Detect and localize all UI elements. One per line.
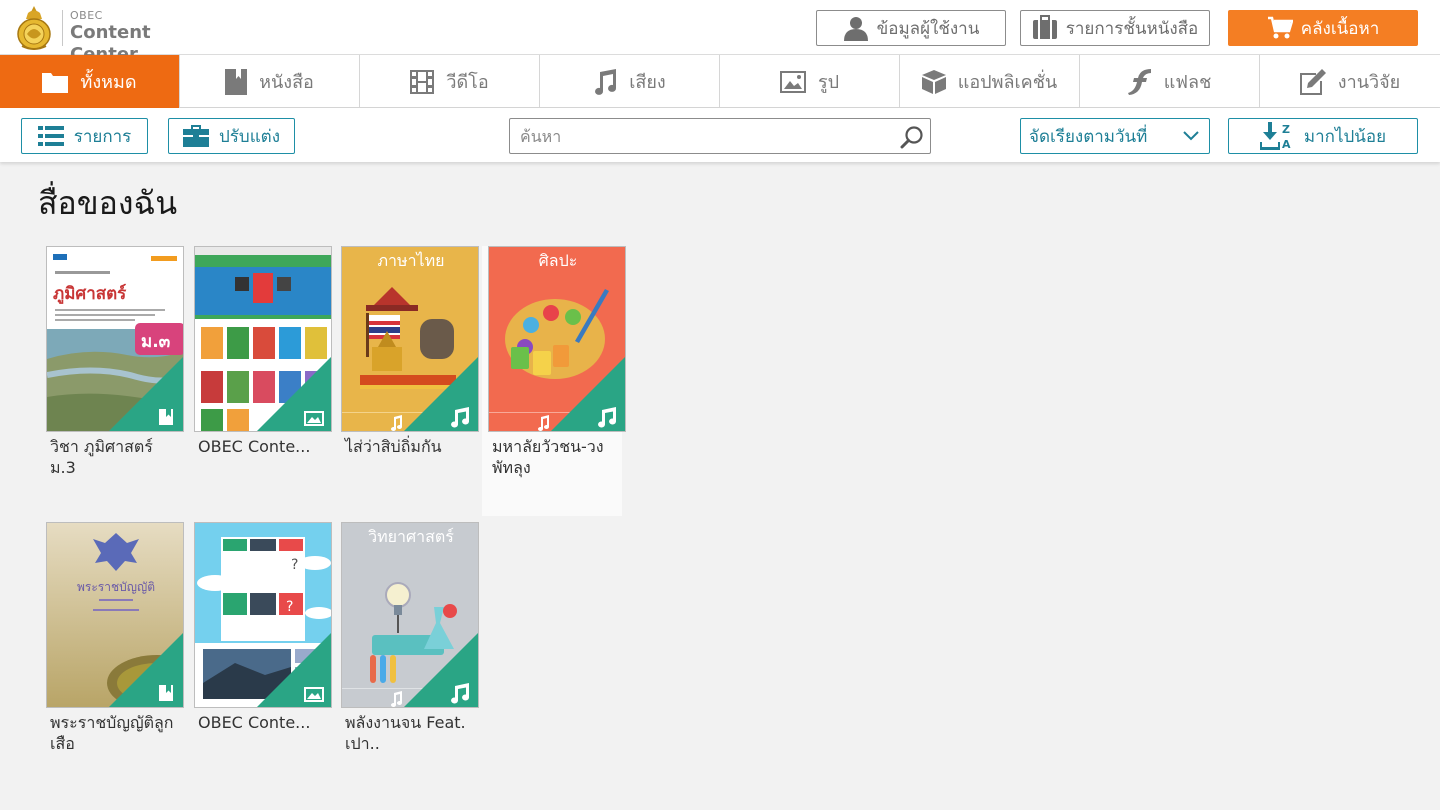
list-icon: [37, 126, 64, 146]
tab-all[interactable]: ทั้งหมด: [0, 55, 180, 108]
audio-type-badge: [551, 357, 625, 431]
search-input[interactable]: [520, 123, 890, 149]
tab-label: หนังสือ: [259, 72, 314, 93]
cube-icon: [921, 69, 946, 94]
svg-text:ภูมิศาสตร์: ภูมิศาสตร์: [53, 283, 127, 305]
media-title: OBEC Conte...: [198, 437, 311, 456]
media-thumbnail: พระราชบัญญัติ: [46, 522, 184, 708]
user-info-button[interactable]: ข้อมูลผู้ใช้งาน: [816, 10, 1006, 46]
book-type-badge: [109, 633, 183, 707]
bookshelf-button[interactable]: รายการชั้นหนังสือ: [1020, 10, 1210, 46]
tab-label: งานวิจัย: [1337, 72, 1401, 93]
brand: OBEC Content Center: [62, 9, 222, 65]
image-type-badge: [257, 633, 331, 707]
sort-order-label: มากไปน้อย: [1303, 126, 1387, 147]
svg-text:?: ?: [286, 599, 293, 615]
tab-label: เสียง: [629, 72, 666, 93]
media-thumbnail: ศิลปะ: [488, 246, 626, 432]
app-header: OBEC Content Center ข้อมูลผู้ใช้งาน รายก…: [0, 0, 1440, 65]
tab-label: แอปพลิเคชั่น: [957, 72, 1058, 93]
sort-value: จัดเรียงตามวันที่: [1029, 126, 1148, 147]
media-title: พระราชบัญญัติลูกเสือ: [50, 713, 174, 753]
media-thumbnail: วิทยาศาสตร์: [341, 522, 479, 708]
edit-icon: [1299, 68, 1326, 95]
tab-label: รูป: [817, 72, 840, 93]
toolbar: รายการ ปรับแต่ง จัดเรียงตามวันที่ Z A มา…: [0, 108, 1440, 162]
book-icon: [225, 68, 248, 95]
folder-icon: [42, 72, 69, 93]
tab-label: แฟลช: [1163, 72, 1212, 93]
media-title: ไส่ว่าสิบ่ถิ่มกัน: [345, 437, 442, 456]
media-thumbnail: [194, 246, 332, 432]
chevron-down-icon: [1183, 131, 1199, 141]
media-item-scout-act[interactable]: พระราชบัญญัติ พระราชบัญญัติลูกเสือ: [40, 522, 184, 792]
svg-text:ศิลปะ: ศิลปะ: [539, 251, 578, 270]
media-title: วิชา ภูมิศาสตร์ ม.3: [50, 437, 153, 477]
film-icon: [410, 69, 435, 94]
svg-text:ม.๓: ม.๓: [141, 332, 171, 352]
sort-download-icon: Z A: [1259, 122, 1291, 150]
tab-research[interactable]: งานวิจัย: [1260, 55, 1440, 108]
svg-text:วิทยาศาสตร์: วิทยาศาสตร์: [368, 527, 454, 546]
media-item-science-audio[interactable]: วิทยาศาสตร์ พลังงานจน Feat. เปา..: [335, 522, 479, 792]
tab-label: วีดีโอ: [446, 72, 489, 93]
sort-select[interactable]: จัดเรียงตามวันที่: [1020, 118, 1210, 154]
user-icon: [843, 17, 868, 41]
search-box: [509, 118, 931, 154]
media-title: พลังงานจน Feat. เปา..: [345, 713, 466, 753]
media-item-obec-content-2[interactable]: ? ? OBEC Conte...: [188, 522, 332, 792]
media-thumbnail: ? ?: [194, 522, 332, 708]
music-icon: [595, 68, 617, 95]
tab-apps[interactable]: แอปพลิเคชั่น: [900, 55, 1080, 108]
media-title: มหาลัยวัวชน-วงพัทลุง: [492, 437, 604, 477]
briefcase-icon: [1032, 15, 1057, 39]
list-view-label: รายการ: [73, 126, 132, 147]
svg-text:พระราชบัญญัติ: พระราชบัญญัติ: [77, 580, 155, 594]
svg-text:Z: Z: [1282, 123, 1290, 136]
brand-small-text: OBEC: [70, 9, 103, 22]
media-item-art-audio[interactable]: ศิลปะ มหาลัยวัวชน-วงพัทลุง: [482, 246, 626, 516]
media-title: OBEC Conte...: [198, 713, 311, 732]
customize-label: ปรับแต่ง: [218, 126, 280, 147]
audio-type-badge: [404, 633, 478, 707]
tab-audio[interactable]: เสียง: [540, 55, 720, 108]
obec-logo: [17, 6, 51, 50]
store-button[interactable]: คลังเนื้อหา: [1228, 10, 1418, 46]
search-icon[interactable]: [900, 125, 924, 149]
customize-button[interactable]: ปรับแต่ง: [168, 118, 295, 154]
tab-videos[interactable]: วีดีโอ: [360, 55, 540, 108]
bookshelf-label: รายการชั้นหนังสือ: [1065, 18, 1199, 39]
book-type-badge: [109, 357, 183, 431]
audio-type-badge: [404, 357, 478, 431]
page-title: สื่อของฉัน: [38, 184, 178, 222]
toolbox-icon: [182, 125, 209, 147]
media-thumbnail: ภูมิศาสตร์ ม.๓: [46, 246, 184, 432]
tab-images[interactable]: รูป: [720, 55, 900, 108]
user-info-label: ข้อมูลผู้ใช้งาน: [876, 18, 980, 39]
cart-icon: [1267, 16, 1293, 39]
media-item-thai-audio[interactable]: ภาษาไทย ไส่ว่าสิบ่ถิ่มกัน: [335, 246, 479, 516]
sort-order-button[interactable]: Z A มากไปน้อย: [1228, 118, 1418, 154]
list-view-button[interactable]: รายการ: [21, 118, 148, 154]
tab-label: ทั้งหมด: [80, 72, 137, 93]
image-icon: [779, 70, 806, 93]
tab-flash[interactable]: แฟลช: [1080, 55, 1260, 108]
media-item-obec-content-1[interactable]: OBEC Conte...: [188, 246, 332, 516]
svg-text:?: ?: [291, 557, 298, 573]
svg-text:A: A: [1282, 138, 1291, 150]
media-item-geography[interactable]: ภูมิศาสตร์ ม.๓ วิชา ภูมิศาสตร์ ม.3: [40, 246, 184, 516]
tab-books[interactable]: หนังสือ: [180, 55, 360, 108]
svg-text:ภาษาไทย: ภาษาไทย: [377, 251, 444, 270]
category-tabs: ทั้งหมด หนังสือ วีดีโอ เสียง รูป แอปพลิเ…: [0, 55, 1440, 108]
image-type-badge: [257, 357, 331, 431]
media-thumbnail: ภาษาไทย: [341, 246, 479, 432]
store-label: คลังเนื้อหา: [1300, 18, 1380, 39]
flash-icon: [1127, 68, 1151, 95]
